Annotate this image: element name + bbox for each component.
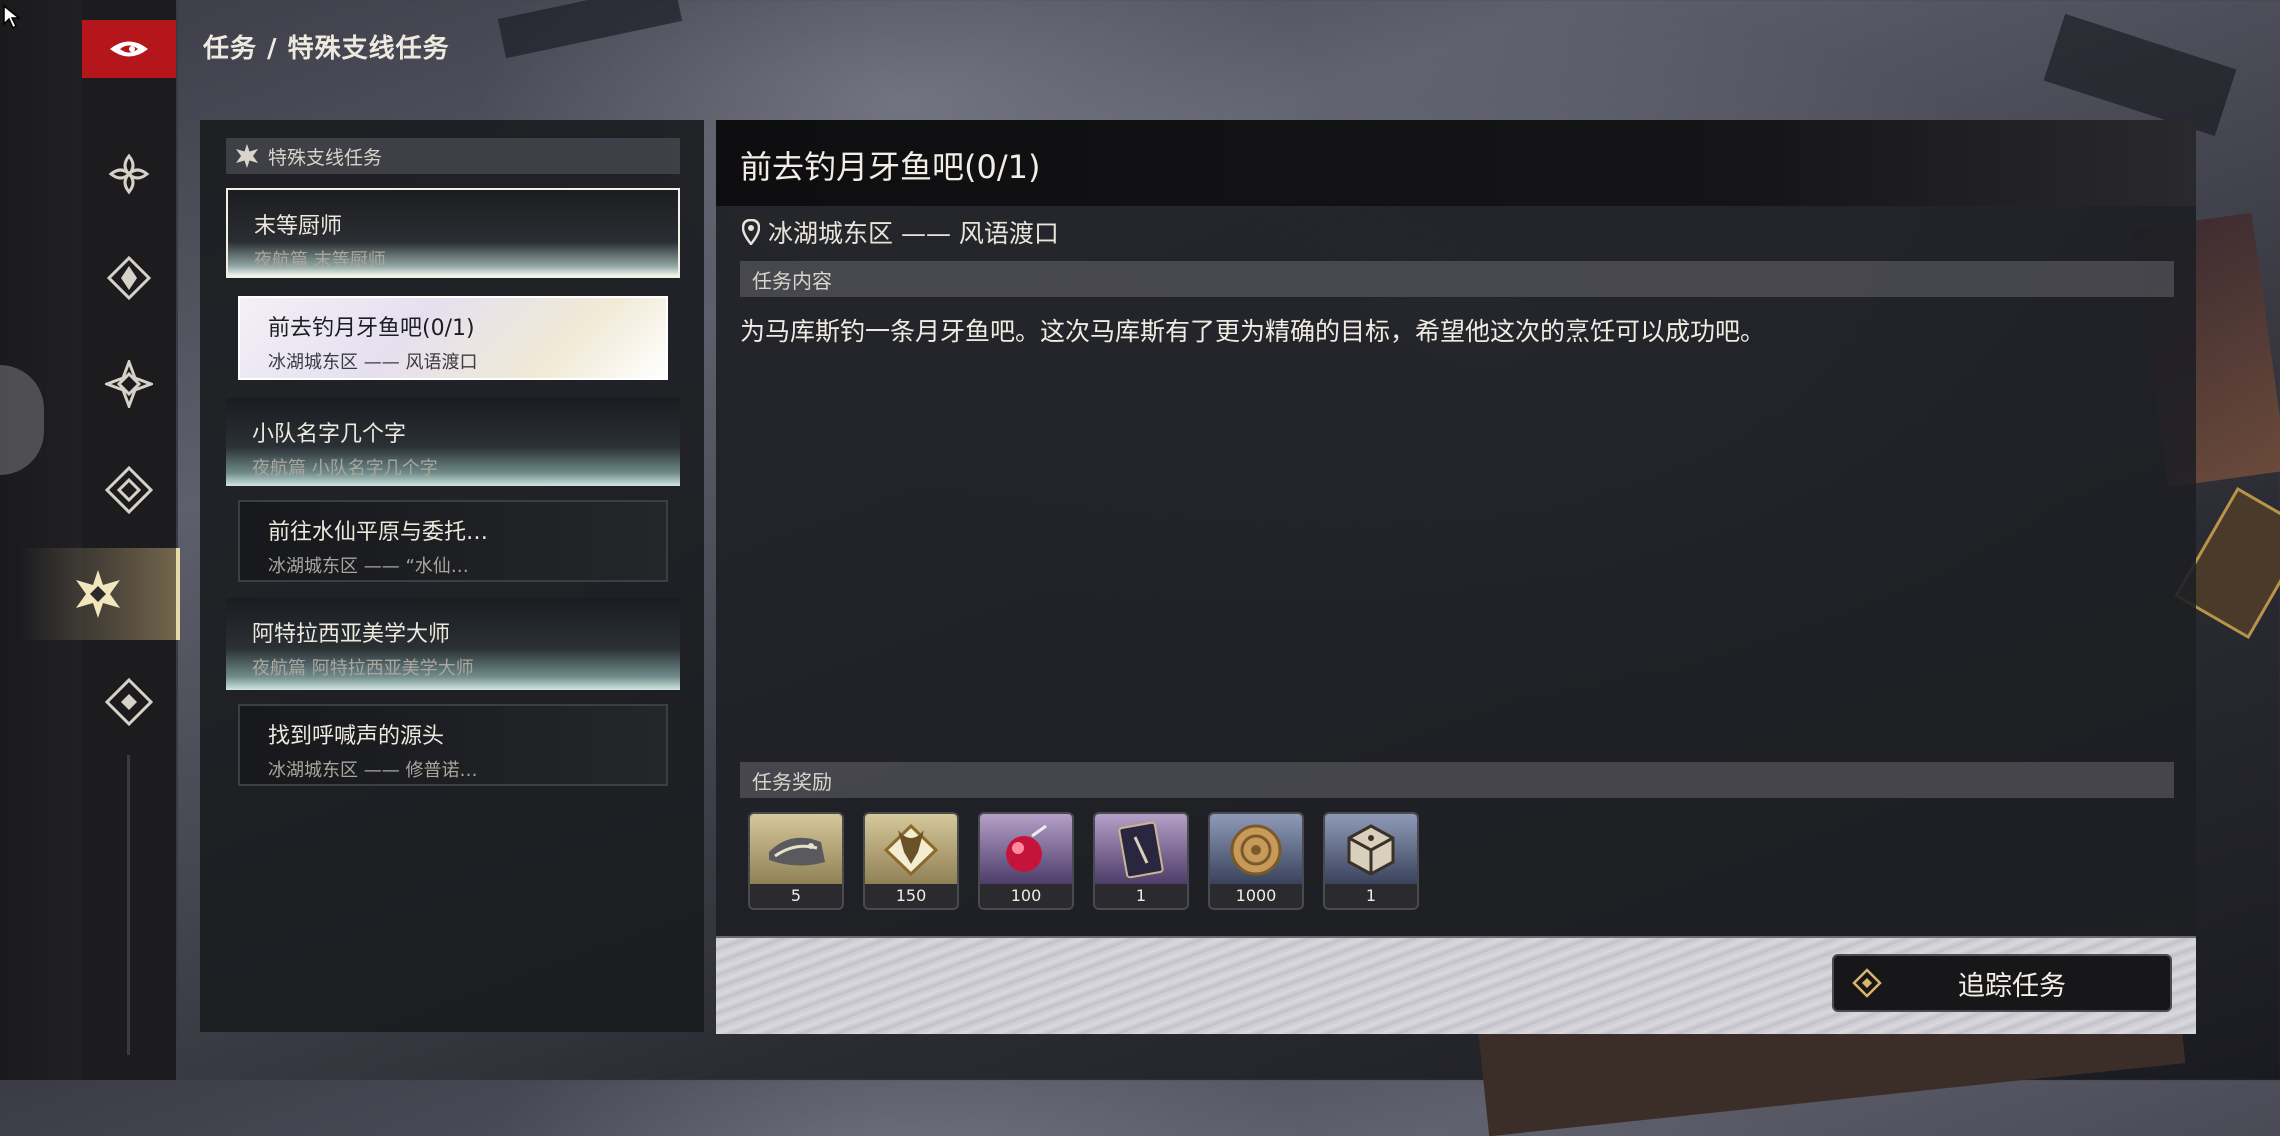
back-logo-button[interactable] <box>82 20 176 78</box>
fleur-icon <box>106 255 152 301</box>
back-logo-icon <box>110 41 148 57</box>
reward-item[interactable]: 100 <box>978 812 1074 910</box>
coin-icon <box>1210 814 1302 886</box>
gold-crest-icon <box>865 814 957 886</box>
track-diamond-icon <box>1852 968 1882 998</box>
star-diamond-icon <box>105 360 153 408</box>
nav-diamond-button[interactable] <box>82 444 176 536</box>
nav-rhombus-button[interactable] <box>82 656 176 748</box>
quest-list-header-label: 特殊支线任务 <box>268 146 383 169</box>
track-quest-label: 追踪任务 <box>1958 970 2066 1002</box>
quest-location: 冰湖城东区 —— 风语渡口 <box>742 214 1059 250</box>
quest-subtitle: 冰湖城东区 —— 修普诺… <box>268 760 478 781</box>
quest-item[interactable]: 阿特拉西亚美学大师 夜航篇 阿特拉西亚美学大师 <box>226 598 680 690</box>
reward-item[interactable]: 1 <box>1093 812 1189 910</box>
reward-quantity: 1 <box>1325 884 1417 908</box>
quest-title: 末等厨师 <box>254 214 343 239</box>
mouse-cursor-icon <box>2 4 22 34</box>
quest-detail-title: 前去钓月牙鱼吧(0/1) <box>740 148 1041 186</box>
quest-title: 前去钓月牙鱼吧(0/1) <box>268 316 475 341</box>
quest-subtitle: 冰湖城东区 —— “水仙… <box>268 556 469 577</box>
rewards-section-header: 任务奖励 <box>740 762 2174 798</box>
quest-subtitle: 夜航篇 小队名字几个字 <box>252 458 438 479</box>
breadcrumb: 任务 / 特殊支线任务 <box>203 34 450 64</box>
quest-title: 小队名字几个字 <box>252 422 407 447</box>
quest-title: 阿特拉西亚美学大师 <box>252 622 451 647</box>
quest-description: 为马库斯钓一条月牙鱼吧。这次马库斯有了更为精确的目标，希望他这次的烹饪可以成功吧… <box>740 317 1766 346</box>
quest-subtitle: 夜航篇 末等厨师 <box>254 250 386 271</box>
quest-item[interactable]: 前往水仙平原与委托… 冰湖城东区 —— “水仙… <box>238 500 668 582</box>
nav-petal-button[interactable] <box>82 128 176 220</box>
fish-scroll-icon <box>750 814 842 886</box>
quest-item[interactable]: 小队名字几个字 夜航篇 小队名字几个字 <box>226 398 680 486</box>
quest-subtitle: 夜航篇 阿特拉西亚美学大师 <box>252 658 474 679</box>
quest-title: 找到呼喊声的源头 <box>268 724 445 749</box>
quest-list-header: 特殊支线任务 <box>226 138 680 174</box>
reward-quantity: 100 <box>980 884 1072 908</box>
quest-subtitle: 冰湖城东区 —— 风语渡口 <box>268 352 478 373</box>
quest-item[interactable]: 找到呼喊声的源头 冰湖城东区 —— 修普诺… <box>238 704 668 786</box>
location-pin-icon <box>742 219 760 245</box>
track-quest-button[interactable]: 追踪任务 <box>1832 954 2172 1012</box>
quest-item[interactable]: 末等厨师 夜航篇 末等厨师 <box>226 188 680 278</box>
reward-item[interactable]: 1000 <box>1208 812 1304 910</box>
reward-quantity: 150 <box>865 884 957 908</box>
diamond-icon <box>105 466 153 514</box>
rhombus-icon <box>105 678 153 726</box>
reward-item[interactable]: 150 <box>863 812 959 910</box>
quest-location-label: 冰湖城东区 —— 风语渡口 <box>768 219 1059 248</box>
purple-book-icon <box>1095 814 1187 886</box>
quest-title: 前往水仙平原与委托… <box>268 520 489 545</box>
red-orb-icon <box>980 814 1072 886</box>
quest-star-icon <box>76 570 120 618</box>
content-section-header: 任务内容 <box>740 261 2174 297</box>
petal-icon <box>108 153 150 195</box>
bg-shard <box>497 0 683 59</box>
nav-star-diamond-button[interactable] <box>82 338 176 430</box>
reward-item[interactable]: 5 <box>748 812 844 910</box>
nav-fleur-button[interactable] <box>82 232 176 324</box>
quest-item-active[interactable]: 前去钓月牙鱼吧(0/1) 冰湖城东区 —— 风语渡口 <box>238 296 668 380</box>
reward-quantity: 1 <box>1095 884 1187 908</box>
nav-rail-line <box>127 755 130 1055</box>
reward-quantity: 1000 <box>1210 884 1302 908</box>
dice-icon <box>1325 814 1417 886</box>
reward-item[interactable]: 1 <box>1323 812 1419 910</box>
nav-quest-button[interactable] <box>20 548 180 640</box>
bg-shard <box>2043 13 2237 137</box>
quest-star-icon <box>236 144 258 168</box>
reward-quantity: 5 <box>750 884 842 908</box>
